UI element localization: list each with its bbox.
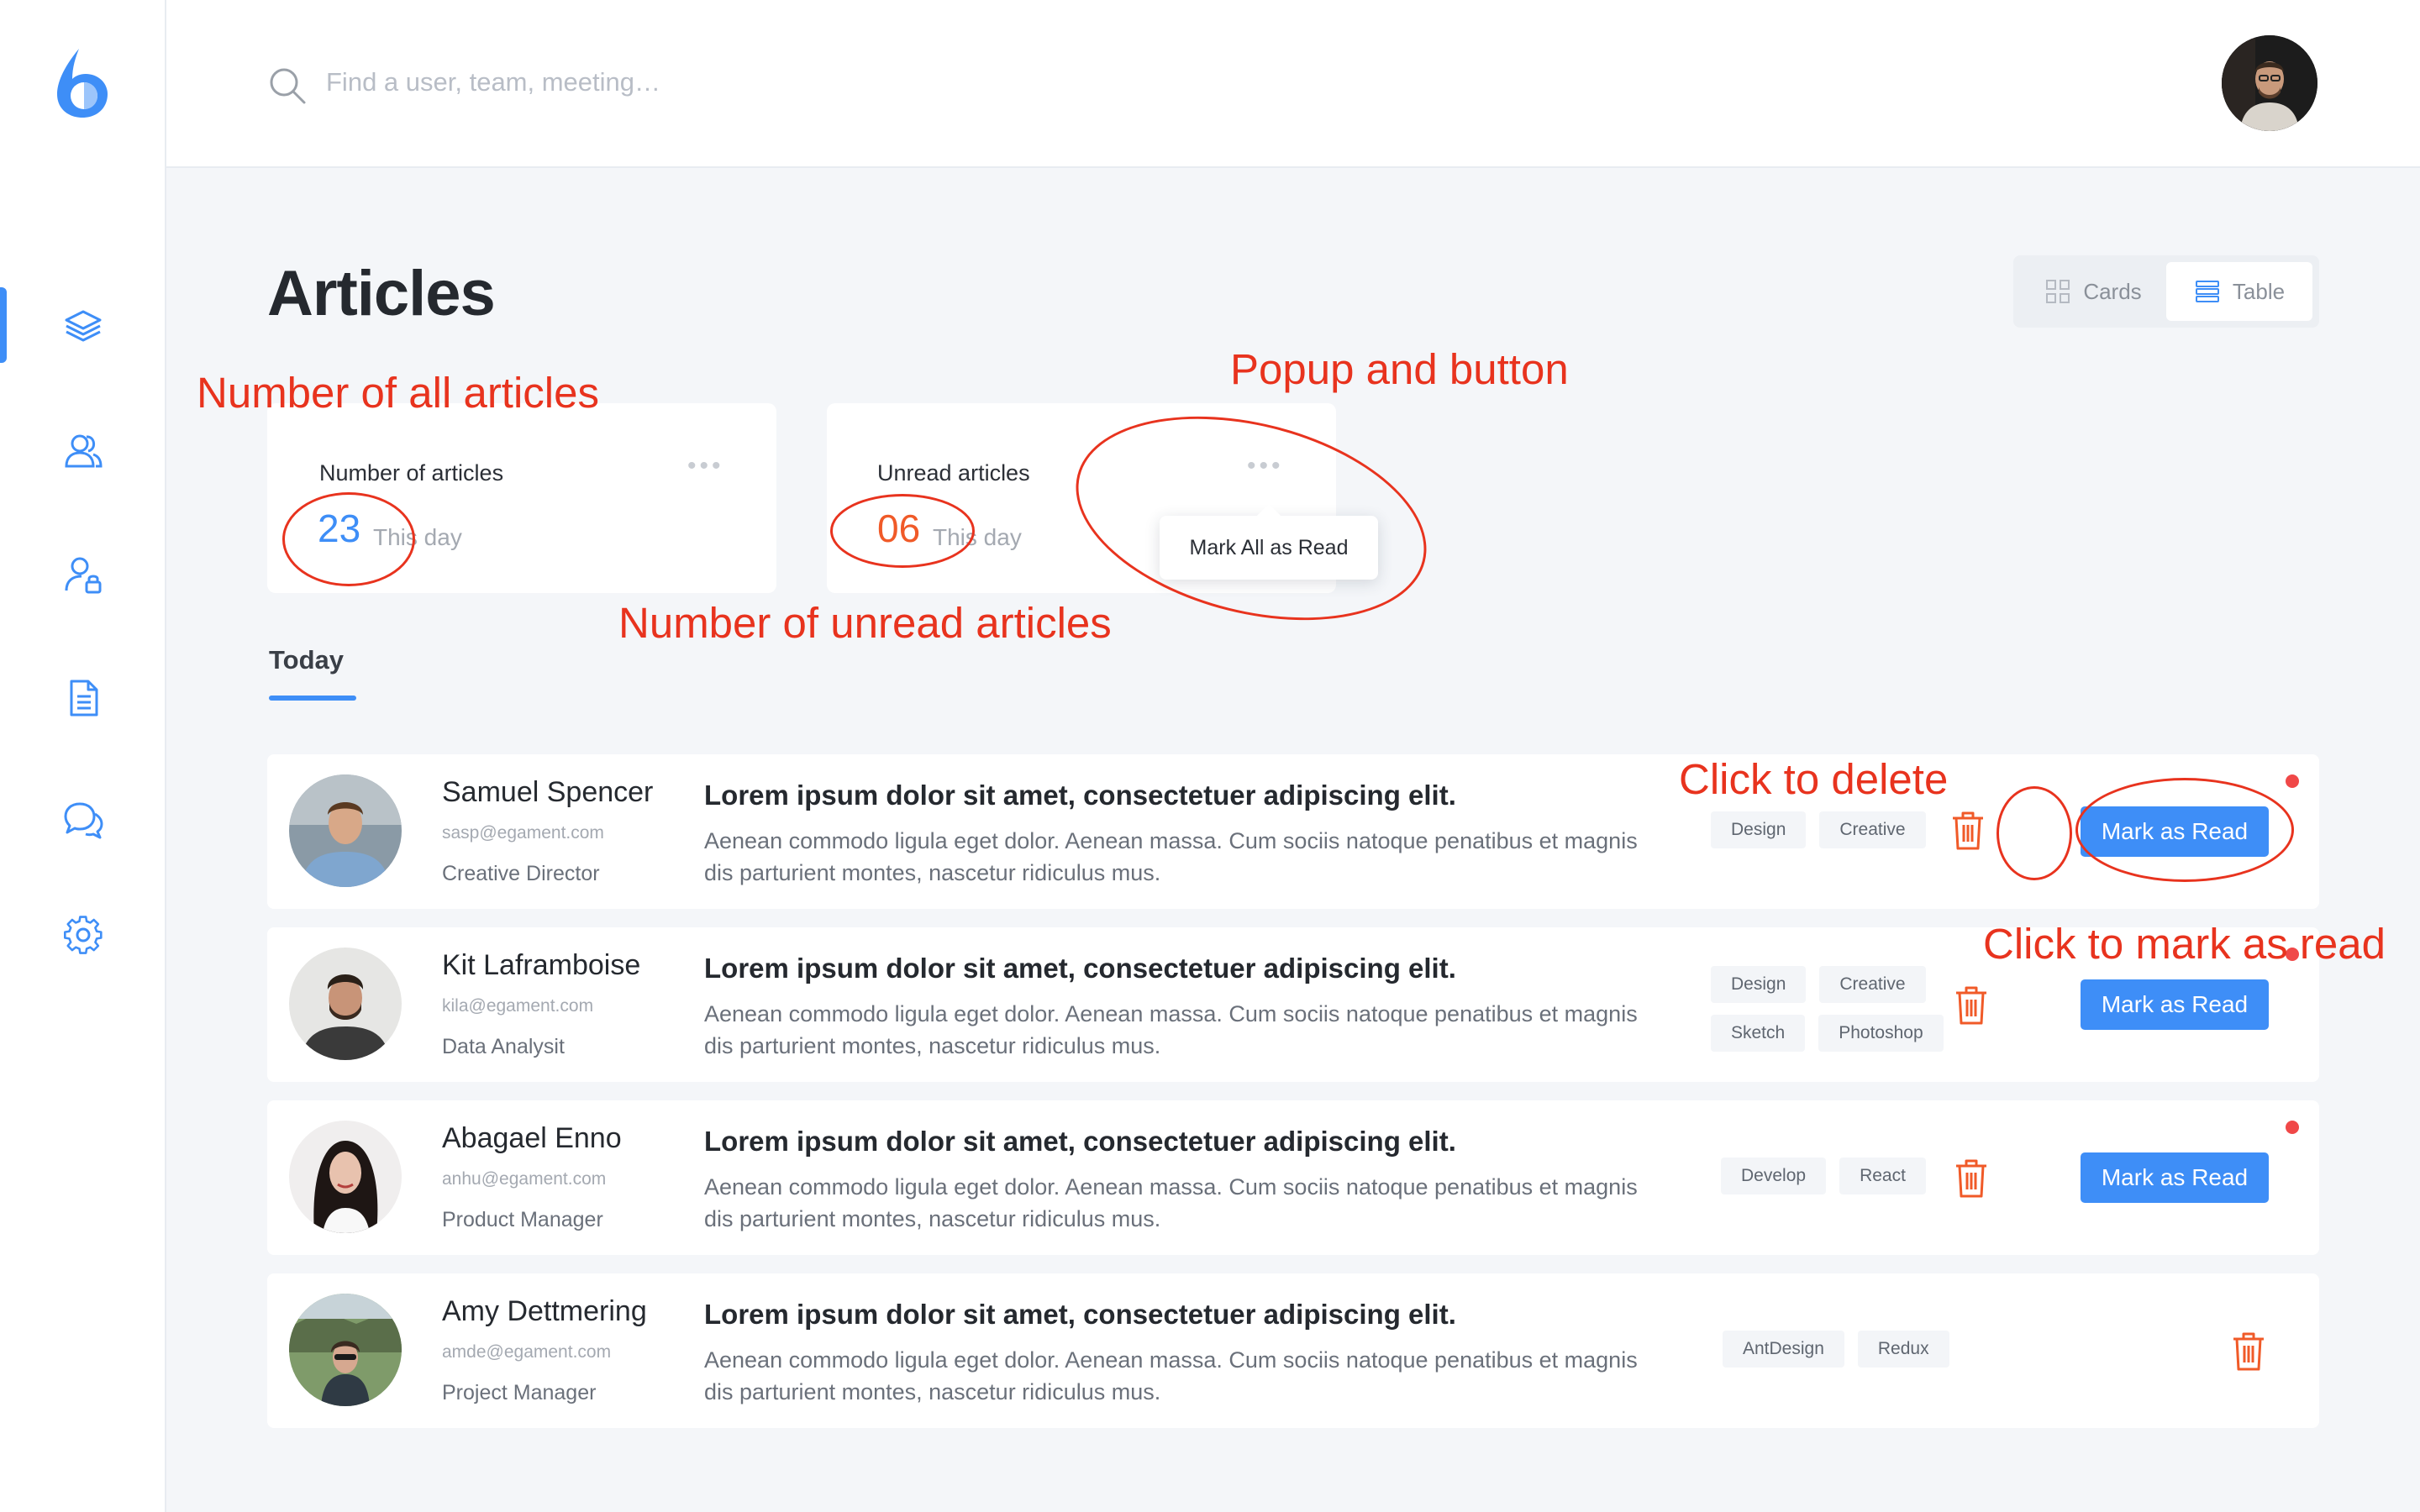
- sidebar-item-settings[interactable]: [0, 899, 166, 974]
- view-toggle: Cards Table: [2013, 255, 2319, 328]
- user-photo-icon: [289, 1294, 402, 1406]
- author-email: sasp@egament.com: [442, 823, 604, 843]
- page-title: Articles: [267, 258, 496, 329]
- users-icon: [65, 434, 103, 468]
- annotation-circle: [2075, 778, 2294, 882]
- author-email: amde@egament.com: [442, 1342, 612, 1362]
- author-role: Data Analysit: [442, 1035, 565, 1058]
- tag[interactable]: Creative: [1819, 811, 1926, 848]
- annotation-circle: [830, 494, 975, 568]
- view-cards-button[interactable]: Cards: [2020, 262, 2166, 321]
- chat-icon: [64, 802, 103, 839]
- annotation-circle: [1996, 786, 2072, 880]
- tag[interactable]: Redux: [1857, 1331, 1949, 1368]
- article-description: Aenean commodo ligula eget dolor. Aenean…: [704, 1347, 1638, 1404]
- author-name: Kit Laframboise: [442, 949, 641, 981]
- list-icon: [2195, 281, 2219, 302]
- article-title[interactable]: Lorem ipsum dolor sit amet, consectetuer…: [704, 780, 1456, 811]
- annotation-unread-articles: Number of unread articles: [618, 599, 1112, 647]
- user-photo-icon: [289, 1121, 402, 1233]
- view-table-button[interactable]: Table: [2166, 262, 2312, 321]
- mark-as-read-button[interactable]: Mark as Read: [2081, 1152, 2269, 1203]
- tag-list: Design Creative Sketch Photoshop: [1711, 966, 1963, 1052]
- user-photo-icon: [2222, 35, 2317, 131]
- tag[interactable]: AntDesign: [1723, 1331, 1844, 1368]
- table-row: Abagael Enno anhu@egament.com Product Ma…: [267, 1100, 2319, 1255]
- sidebar-item-users[interactable]: [0, 538, 166, 613]
- stat-label: Number of articles: [319, 460, 504, 486]
- tab-today[interactable]: Today: [269, 645, 344, 675]
- article-title[interactable]: Lorem ipsum dolor sit amet, consectetuer…: [704, 1299, 1456, 1331]
- stat-label: Unread articles: [877, 460, 1030, 486]
- unread-dot: [2286, 1121, 2299, 1134]
- tag-list: AntDesign Redux: [1723, 1331, 1949, 1368]
- article-description: Aenean commodo ligula eget dolor. Aenean…: [704, 1001, 1638, 1058]
- author-name: Samuel Spencer: [442, 776, 654, 808]
- author-name: Amy Dettmering: [442, 1295, 647, 1327]
- mark-as-read-button[interactable]: Mark as Read: [2081, 979, 2269, 1030]
- layers-icon: [65, 310, 102, 342]
- tag[interactable]: Photoshop: [1818, 1015, 1944, 1052]
- view-table-label: Table: [2232, 278, 2286, 304]
- tag-list: Develop React: [1721, 1158, 1926, 1194]
- gear-icon: [64, 916, 103, 954]
- trash-icon[interactable]: [1953, 984, 1990, 1026]
- search-icon[interactable]: [267, 66, 308, 106]
- annotation-popup-button: Popup and button: [1230, 345, 1569, 393]
- author-name: Abagael Enno: [442, 1122, 622, 1154]
- user-lock-icon: [65, 557, 102, 594]
- tag-list: Design Creative: [1711, 811, 1926, 848]
- author-role: Product Manager: [442, 1208, 603, 1231]
- author-role: Project Manager: [442, 1381, 597, 1404]
- document-icon: [70, 680, 98, 717]
- view-cards-label: Cards: [2083, 278, 2142, 304]
- tag[interactable]: Sketch: [1711, 1015, 1806, 1052]
- tab-underline: [269, 696, 356, 701]
- article-title[interactable]: Lorem ipsum dolor sit amet, consectetuer…: [704, 1126, 1456, 1158]
- user-photo-icon: [289, 948, 402, 1060]
- tag[interactable]: Design: [1711, 966, 1807, 1003]
- tag[interactable]: Creative: [1819, 966, 1926, 1003]
- article-description: Aenean commodo ligula eget dolor. Aenean…: [704, 1174, 1638, 1231]
- top-bar: [166, 0, 2420, 168]
- sidebar: [0, 0, 166, 1512]
- article-title[interactable]: Lorem ipsum dolor sit amet, consectetuer…: [704, 953, 1456, 984]
- grid-icon: [2046, 280, 2070, 303]
- search-input[interactable]: [326, 59, 1082, 106]
- sidebar-item-teams[interactable]: [0, 413, 166, 489]
- tag[interactable]: Develop: [1721, 1158, 1827, 1194]
- tag[interactable]: Design: [1711, 811, 1807, 848]
- annotation-circle: [282, 492, 415, 586]
- tag[interactable]: React: [1839, 1158, 1926, 1194]
- author-email: anhu@egament.com: [442, 1169, 607, 1189]
- article-description: Aenean commodo ligula eget dolor. Aenean…: [704, 828, 1638, 885]
- avatar: [289, 1294, 402, 1406]
- avatar: [289, 948, 402, 1060]
- avatar: [289, 774, 402, 887]
- author-email: kila@egament.com: [442, 996, 594, 1016]
- annotation-all-articles: Number of all articles: [197, 369, 599, 417]
- trash-icon[interactable]: [1949, 810, 1986, 852]
- drop-logo-icon[interactable]: [50, 45, 114, 121]
- trash-icon[interactable]: [1953, 1158, 1990, 1200]
- sidebar-item-articles[interactable]: [0, 287, 166, 363]
- table-row: Amy Dettmering amde@egament.com Project …: [267, 1273, 2319, 1428]
- annotation-mark-read: Click to mark as read: [1983, 920, 2386, 968]
- avatar: [289, 1121, 402, 1233]
- user-photo-icon: [289, 774, 402, 887]
- annotation-delete: Click to delete: [1679, 755, 1949, 803]
- trash-icon[interactable]: [2230, 1331, 2267, 1373]
- avatar[interactable]: [2222, 35, 2317, 131]
- sidebar-item-documents[interactable]: [0, 660, 166, 736]
- author-role: Creative Director: [442, 862, 600, 885]
- sidebar-item-messages[interactable]: [0, 781, 166, 857]
- more-icon[interactable]: •••: [687, 452, 724, 480]
- unread-dot: [2286, 774, 2299, 788]
